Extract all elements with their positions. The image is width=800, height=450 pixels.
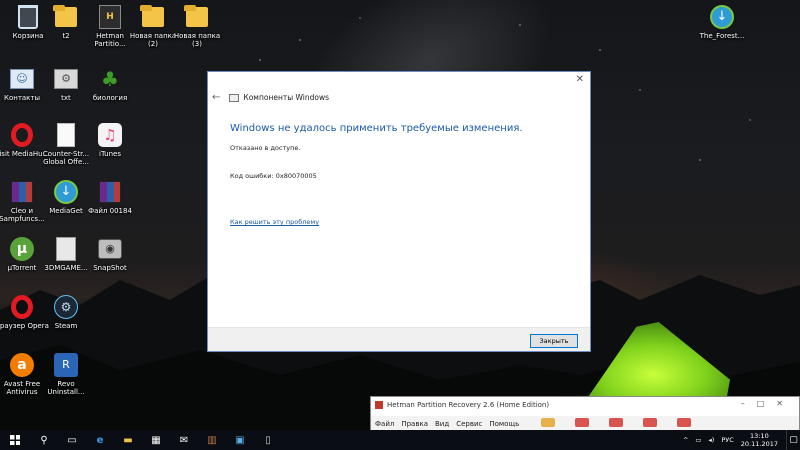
mail-icon[interactable]: ✉	[170, 430, 198, 450]
close-button[interactable]: Закрыть	[530, 334, 578, 348]
menu-item-help[interactable]: Помощь	[489, 420, 519, 428]
mount-icon[interactable]	[677, 418, 691, 427]
menu-item-view[interactable]: Вид	[435, 420, 449, 428]
back-arrow-icon[interactable]: ←	[212, 92, 220, 103]
system-tray: ^ ▭ ◂) РУС 13:10 20.11.2017 ▢	[683, 430, 800, 450]
hetman-partition-icon: H	[99, 5, 121, 29]
search-icon[interactable]: ⚲	[30, 430, 58, 450]
delete-icon[interactable]	[643, 418, 657, 427]
winrar-icon	[11, 181, 33, 203]
text-file-icon: ⚙	[54, 69, 78, 89]
help-link[interactable]: Как решить эту проблему	[230, 218, 319, 226]
mediaget-icon: ↓	[54, 180, 78, 204]
folder-icon	[53, 5, 77, 27]
desktop-icon-steam[interactable]: ⚙ Steam	[38, 294, 94, 330]
desktop-icon-file-00184[interactable]: Файл 00184	[82, 179, 138, 215]
desktop-icon-label: Steam	[54, 322, 78, 330]
menu-item-file[interactable]: Файл	[375, 420, 394, 428]
wizard-icon[interactable]	[541, 418, 555, 427]
menu-item-edit[interactable]: Правка	[401, 420, 428, 428]
language-indicator[interactable]: РУС	[721, 436, 733, 444]
desktop-icon-new-folder-3[interactable]: Новая папка (3)	[169, 4, 225, 48]
itunes-icon: ♫	[98, 123, 122, 147]
close-icon[interactable]: ✕	[576, 74, 584, 85]
opera-icon	[11, 295, 33, 319]
winrar-icon	[99, 181, 121, 203]
menu-item-service[interactable]: Сервис	[456, 420, 482, 428]
windows-features-dialog: ✕ ← Компоненты Windows Windows не удалос…	[207, 71, 591, 352]
desktop-icon-label: The_Forest...	[699, 32, 745, 40]
window-controls[interactable]: –□✕	[741, 399, 795, 408]
desktop-icon-label: SnapShot	[93, 264, 127, 272]
hetman-window-titlebar: Hetman Partition Recovery 2.6 (Home Edit…	[375, 401, 549, 409]
edge-icon[interactable]: e	[86, 430, 114, 450]
hetman-toolbar	[541, 418, 711, 427]
dialog-header-title: Компоненты Windows	[243, 93, 330, 102]
error-title: Windows не удалось применить требуемые и…	[230, 123, 523, 134]
lifebuoy-icon[interactable]	[575, 418, 589, 427]
desktop-icon-label: биология	[92, 94, 128, 102]
windows-features-icon	[229, 93, 240, 102]
folder-icon	[140, 5, 164, 27]
hetman-window-title: Hetman Partition Recovery 2.6 (Home Edit…	[387, 401, 550, 409]
clock-time: 13:10	[750, 432, 769, 440]
error-message: Отказано в доступе.	[230, 144, 301, 152]
desktop-icon-snapshot[interactable]: ◉ SnapShot	[82, 236, 138, 272]
document-icon	[57, 123, 75, 147]
recover-icon[interactable]	[609, 418, 623, 427]
desktop-icon-revo-uninstaller[interactable]: R Revo Uninstall...	[38, 352, 94, 396]
desktop-icon-biology[interactable]: ♣ биология	[82, 66, 138, 102]
file-explorer-icon[interactable]: ▬	[114, 430, 142, 450]
opera-icon	[11, 123, 33, 147]
desktop-icon-itunes[interactable]: ♫ iTunes	[82, 122, 138, 158]
revo-uninstaller-icon: R	[54, 353, 78, 377]
chevron-up-icon[interactable]: ^	[683, 436, 688, 444]
desktop-icon-the-forest[interactable]: ↓ The_Forest...	[694, 4, 750, 40]
notification-center-icon[interactable]: ▢	[786, 430, 800, 450]
hetman-logo-icon	[375, 401, 383, 409]
utorrent-icon: µ	[10, 237, 34, 261]
desktop-icon-label: Файл 00184	[88, 207, 132, 215]
taskbar: ⚲ ▭ e ▬ ▦ ✉ ▥ ▣ ▯ ^ ▭ ◂) РУС 13:10 20.11…	[0, 430, 800, 450]
camera-icon: ◉	[98, 239, 122, 259]
start-button[interactable]	[0, 430, 30, 450]
recycle-bin-icon	[18, 5, 38, 29]
store-icon[interactable]: ▦	[142, 430, 170, 450]
desktop-icon-label: Revo Uninstall...	[47, 380, 85, 396]
folder-icon	[184, 5, 208, 27]
windows-logo-icon	[10, 435, 20, 445]
desktop-icon-label: Новая папка (3)	[173, 32, 221, 48]
dialog-header: ← Компоненты Windows	[212, 92, 329, 103]
clock-date: 20.11.2017	[740, 440, 778, 448]
error-code: Код ошибки: 0x80070005	[230, 172, 317, 180]
volume-icon[interactable]: ◂)	[709, 436, 715, 444]
tree-icon: ♣	[101, 67, 119, 91]
dialog-footer: Закрыть	[208, 327, 590, 351]
control-panel-icon[interactable]: ▣	[226, 430, 254, 450]
clock[interactable]: 13:10 20.11.2017	[741, 432, 778, 448]
hetman-taskbar-icon[interactable]: ▯	[254, 430, 282, 450]
steam-icon: ⚙	[54, 295, 78, 319]
winrar-taskbar-icon[interactable]: ▥	[198, 430, 226, 450]
mediaget-icon: ↓	[710, 5, 734, 29]
network-icon[interactable]: ▭	[695, 436, 701, 444]
contacts-icon: ☺	[10, 69, 34, 89]
document-icon	[56, 237, 76, 261]
hetman-recovery-window: Hetman Partition Recovery 2.6 (Home Edit…	[370, 396, 800, 432]
desktop-icon-label: iTunes	[99, 150, 121, 158]
avast-icon: a	[10, 353, 34, 377]
task-view-icon[interactable]: ▭	[58, 430, 86, 450]
